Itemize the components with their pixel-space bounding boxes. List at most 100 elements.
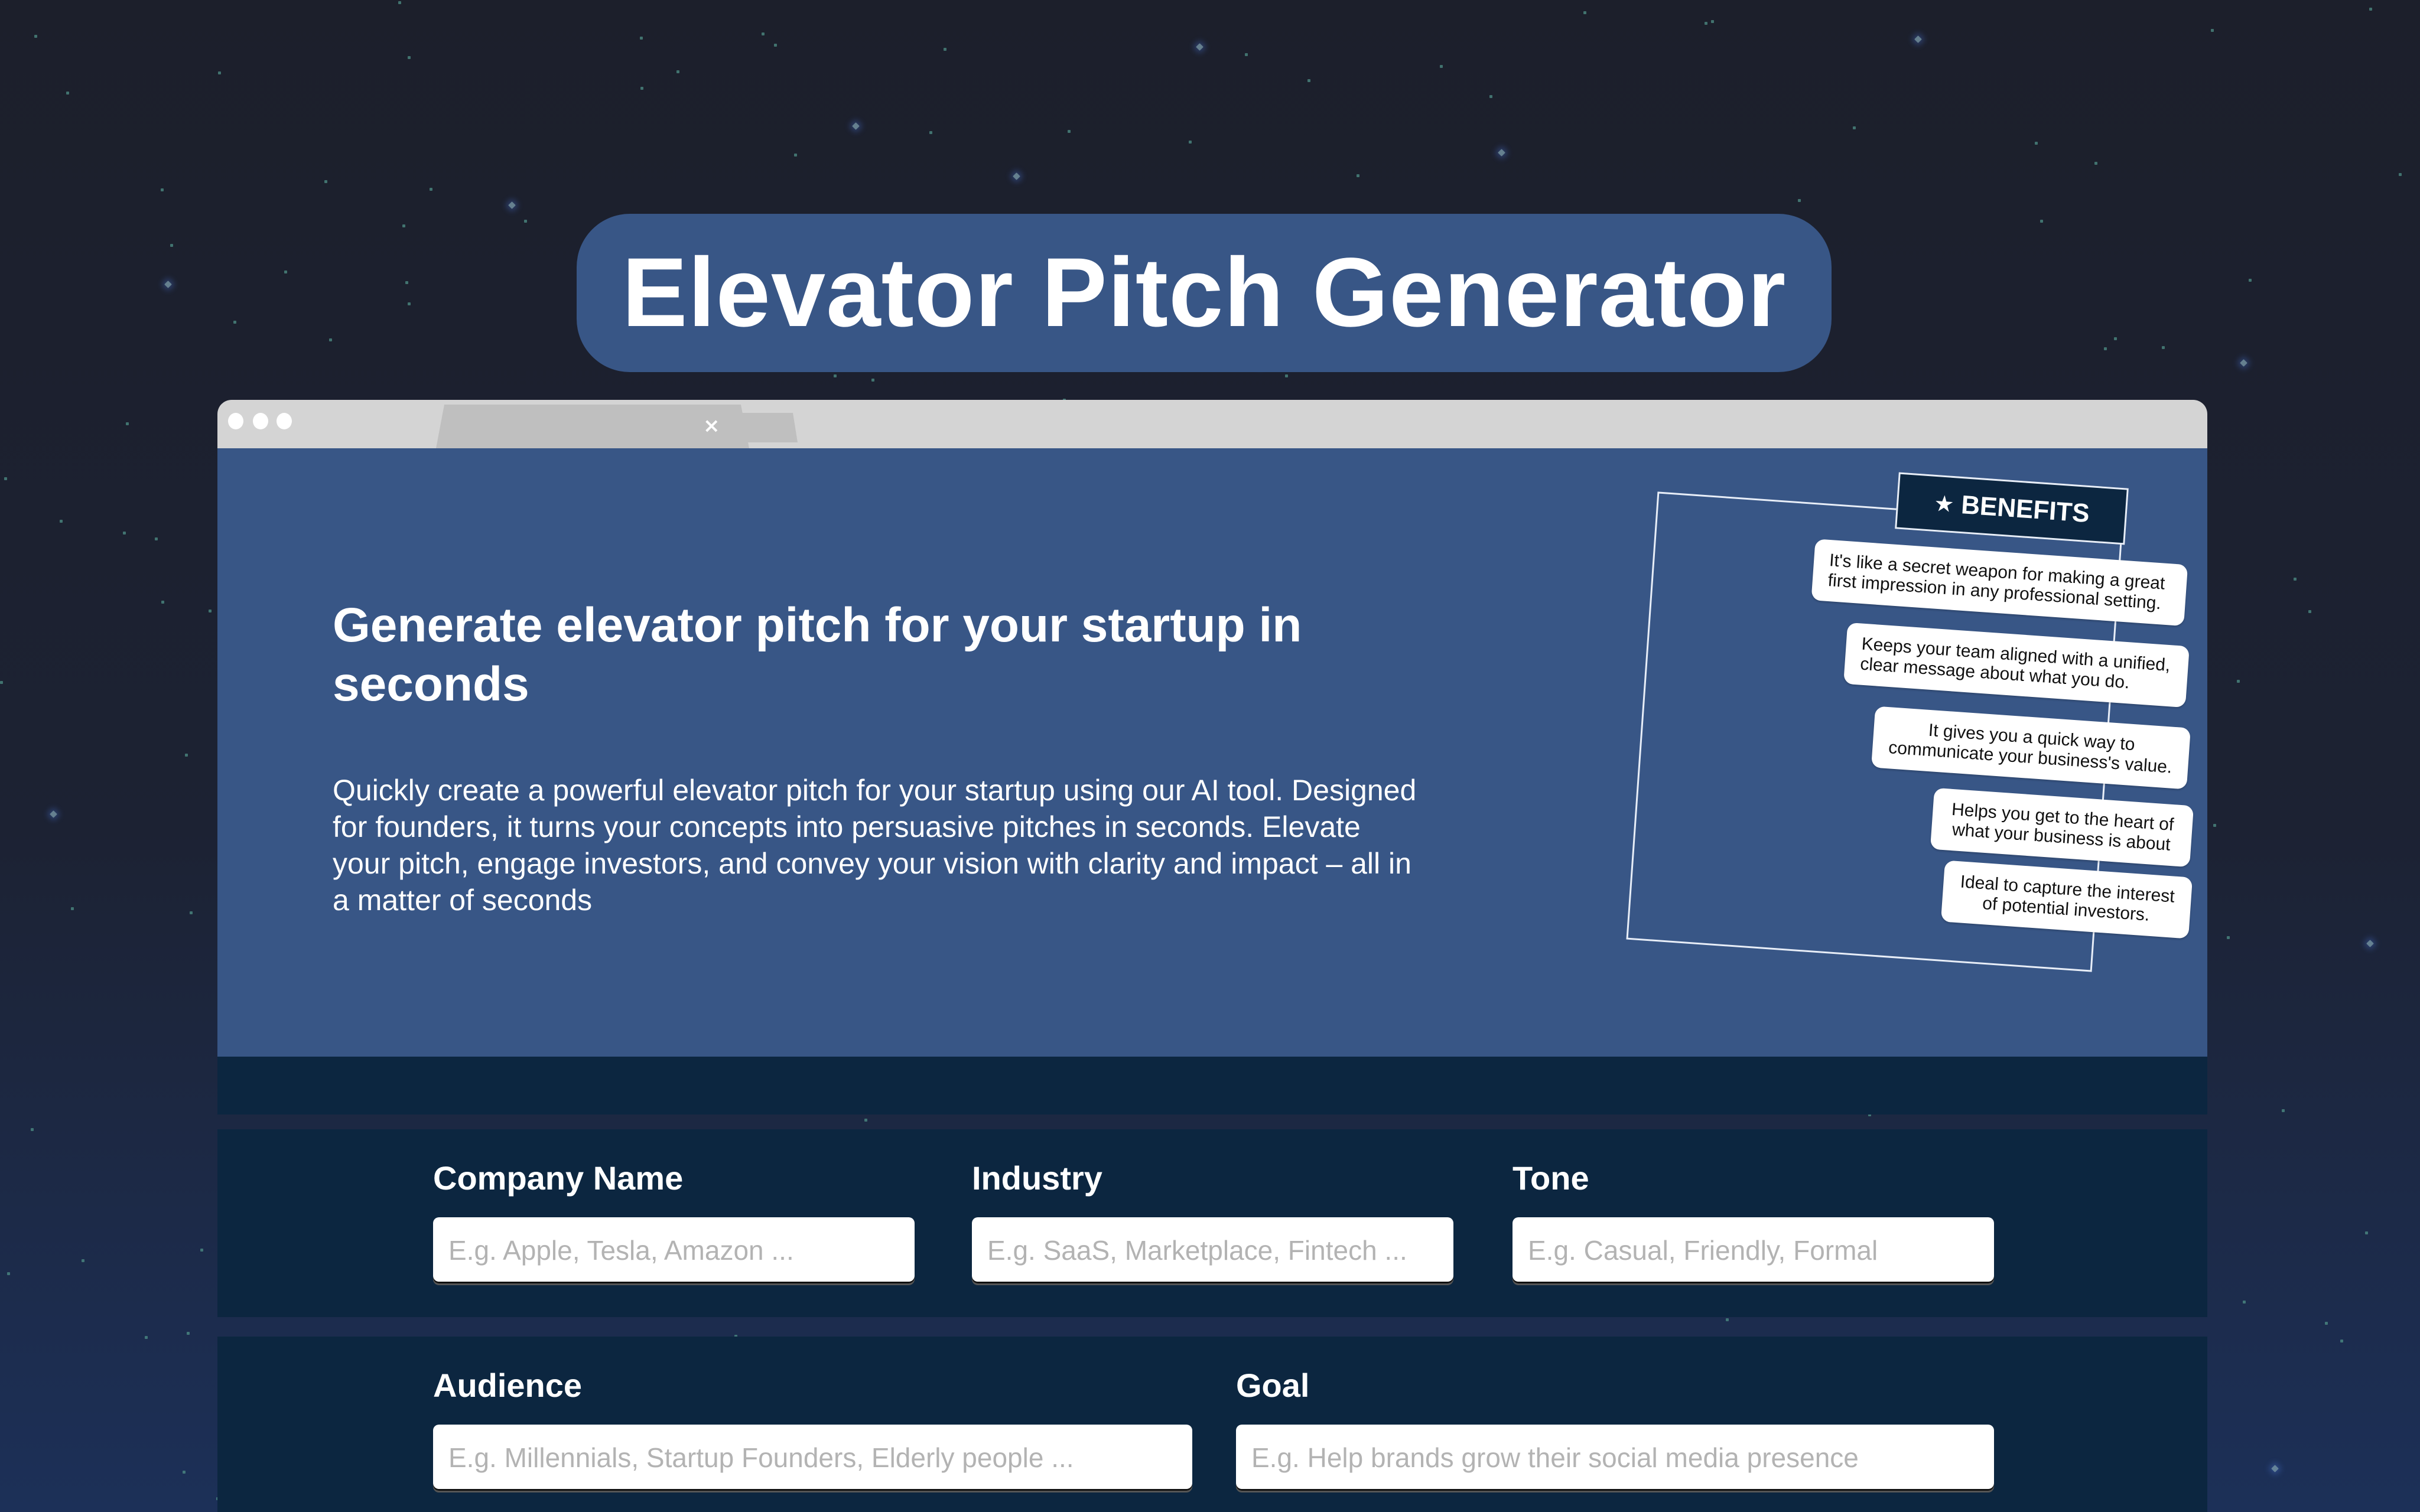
star-decoration xyxy=(200,1249,203,1252)
star-decoration xyxy=(1914,35,1922,43)
goal-input[interactable] xyxy=(1236,1425,1994,1491)
window-dot-icon[interactable] xyxy=(228,413,243,429)
company-name-label: Company Name xyxy=(433,1159,684,1197)
star-decoration xyxy=(2308,610,2311,613)
star-decoration xyxy=(676,70,679,73)
company-name-field: Company Name xyxy=(433,1159,915,1283)
star-decoration xyxy=(170,244,173,247)
star-decoration xyxy=(852,122,860,130)
company-name-input[interactable] xyxy=(433,1217,915,1283)
star-decoration xyxy=(126,422,129,425)
star-decoration xyxy=(929,131,932,134)
form-row: Audience Goal xyxy=(217,1337,2207,1512)
window-dot-icon[interactable] xyxy=(277,413,292,429)
star-decoration xyxy=(402,224,405,227)
browser-toolbar: × xyxy=(217,400,2207,448)
industry-field: Industry xyxy=(972,1159,1453,1283)
star-decoration xyxy=(218,71,221,74)
star-decoration xyxy=(50,810,57,818)
star-decoration xyxy=(834,374,837,377)
star-decoration xyxy=(2249,279,2252,282)
star-decoration xyxy=(1307,79,1310,82)
star-decoration xyxy=(2237,680,2240,683)
hero-bottom-strip xyxy=(217,1057,2207,1115)
star-decoration xyxy=(944,48,946,51)
star-decoration xyxy=(190,911,193,914)
star-decoration xyxy=(164,281,172,288)
form-row: Company Name Industry Tone xyxy=(217,1129,2207,1317)
star-decoration xyxy=(2243,1301,2246,1304)
industry-input[interactable] xyxy=(972,1217,1453,1283)
star-decoration xyxy=(1357,174,1359,177)
star-decoration xyxy=(2365,1231,2368,1234)
hero-section: Generate elevator pitch for your startup… xyxy=(217,448,2207,1057)
star-decoration xyxy=(60,520,63,523)
star-decoration xyxy=(187,1332,190,1335)
star-decoration xyxy=(2282,1109,2285,1112)
hero-heading: Generate elevator pitch for your startup… xyxy=(333,598,1302,711)
star-decoration xyxy=(508,201,516,209)
star-decoration xyxy=(408,302,411,305)
star-decoration xyxy=(524,220,527,223)
star-icon: ★ xyxy=(1933,490,1956,518)
star-decoration xyxy=(1498,149,1505,157)
star-decoration xyxy=(123,532,126,535)
star-decoration xyxy=(2213,824,2216,827)
window-dot-icon[interactable] xyxy=(253,413,268,429)
star-decoration xyxy=(66,92,69,94)
star-decoration xyxy=(1068,130,1071,133)
new-tab-button[interactable] xyxy=(741,413,798,442)
star-decoration xyxy=(762,32,765,35)
star-decoration xyxy=(774,44,777,47)
audience-field: Audience xyxy=(433,1366,1192,1491)
star-decoration xyxy=(2340,1340,2343,1342)
star-decoration xyxy=(430,188,432,191)
tone-label: Tone xyxy=(1512,1159,1589,1197)
star-decoration xyxy=(329,338,332,341)
star-decoration xyxy=(2366,940,2374,947)
star-decoration xyxy=(2271,1465,2279,1472)
tone-input[interactable] xyxy=(1512,1217,1994,1283)
star-decoration xyxy=(2040,220,2043,223)
star-decoration xyxy=(34,35,37,38)
audience-input[interactable] xyxy=(433,1425,1192,1491)
star-decoration xyxy=(2162,346,2165,349)
benefits-panel: ★ BENEFITS It's like a secret weapon for… xyxy=(1619,448,2194,1051)
browser-tab[interactable] xyxy=(436,405,749,448)
star-decoration xyxy=(284,271,287,273)
star-decoration xyxy=(2227,936,2230,939)
star-decoration xyxy=(185,754,188,757)
star-decoration xyxy=(2325,1322,2328,1325)
star-decoration xyxy=(82,1259,84,1262)
star-decoration xyxy=(209,610,212,612)
star-decoration xyxy=(398,1,401,4)
star-decoration xyxy=(408,56,411,59)
close-tab-icon[interactable]: × xyxy=(703,414,720,438)
star-decoration xyxy=(640,37,643,40)
star-decoration xyxy=(161,601,164,604)
star-decoration xyxy=(0,681,3,684)
star-decoration xyxy=(1853,126,1856,129)
benefits-tag-label: BENEFITS xyxy=(1960,490,2091,529)
star-decoration xyxy=(1440,65,1443,68)
star-decoration xyxy=(7,1272,10,1275)
star-decoration xyxy=(2104,347,2107,350)
star-decoration xyxy=(324,180,327,183)
browser-window: × Generate elevator pitch for your start… xyxy=(217,400,2207,1512)
star-decoration xyxy=(2211,29,2214,32)
star-decoration xyxy=(1798,199,1801,202)
star-decoration xyxy=(1245,53,1248,56)
star-decoration xyxy=(794,154,797,157)
page-title: Elevator Pitch Generator xyxy=(622,238,1787,347)
star-decoration xyxy=(640,87,643,90)
star-decoration xyxy=(2240,359,2247,367)
star-decoration xyxy=(2094,162,2097,165)
star-decoration xyxy=(1583,11,1586,14)
star-decoration xyxy=(2035,142,2038,145)
star-decoration xyxy=(405,281,408,284)
star-decoration xyxy=(1711,20,1714,23)
title-banner: Elevator Pitch Generator xyxy=(577,214,1832,372)
star-decoration xyxy=(1285,374,1288,377)
star-decoration xyxy=(31,1128,34,1131)
star-decoration xyxy=(1196,43,1204,51)
